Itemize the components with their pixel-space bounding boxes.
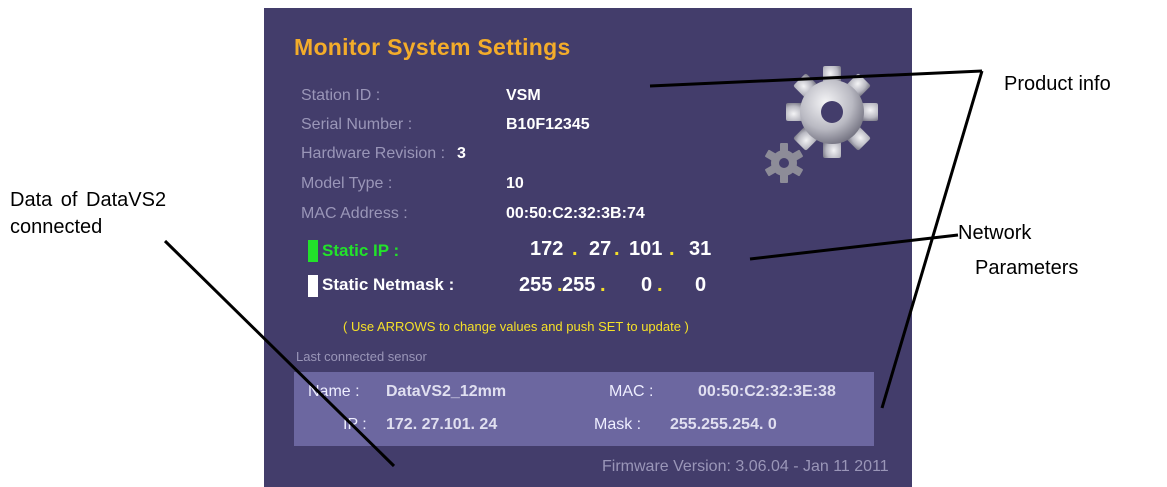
data-callout-line2: connected — [10, 216, 103, 238]
data-connected-leader — [163, 239, 396, 468]
network-callout-line1: Network — [958, 222, 1032, 244]
network-callout-line2: Parameters — [975, 257, 1079, 279]
data-callout-line1: Data of DataVS2 — [10, 189, 167, 211]
product-info-leader — [649, 69, 983, 88]
product-info-callout: Product info — [1004, 73, 1111, 95]
